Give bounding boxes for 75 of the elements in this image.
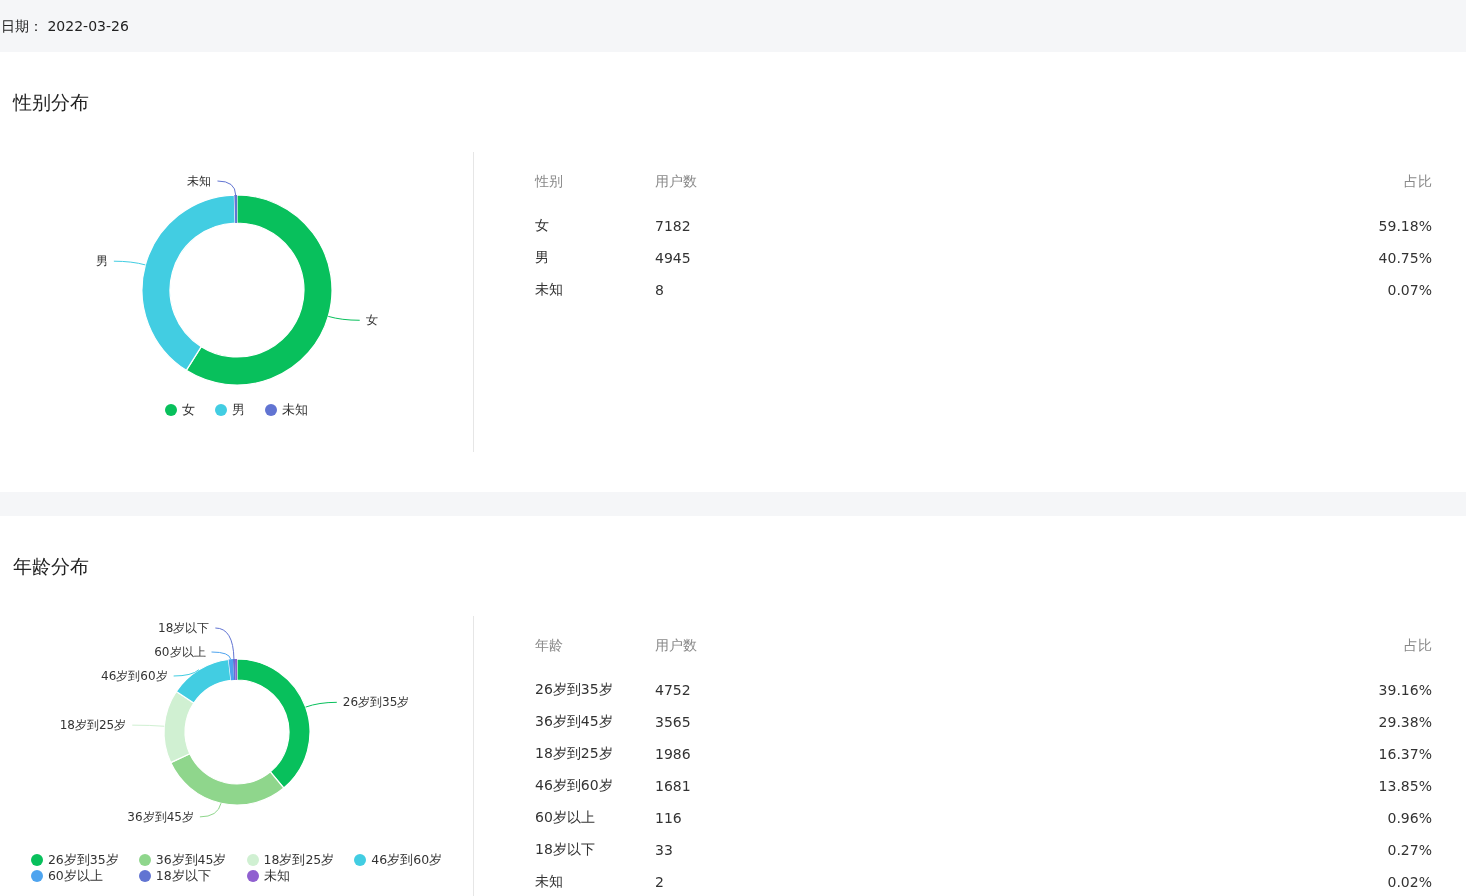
table-cell-text: 1681 (655, 778, 692, 794)
column-header: 占比 (1404, 637, 1432, 655)
table-cell-text: 18岁到25岁 (535, 745, 614, 763)
leader-line (327, 315, 361, 321)
table-cell-text: 1986 (655, 746, 692, 762)
legend-label: 女 (182, 402, 195, 418)
legend-label: 18岁以下 (155, 868, 211, 884)
table-cell-text: 男 (535, 249, 550, 267)
legend-item[interactable]: 60岁以上 (30, 868, 119, 884)
slice-label: 女 (365, 313, 378, 328)
legend-label: 36岁到45岁 (155, 852, 227, 868)
column-header: 用户数 (655, 173, 698, 191)
table-cell-text: 2 (655, 874, 665, 890)
legend-item[interactable]: 46岁到60岁 (354, 852, 443, 868)
table-cell-text: 7182 (655, 218, 692, 234)
table-cell-text: 36岁到45岁 (535, 713, 614, 731)
legend-item[interactable]: 女 (165, 402, 195, 418)
table-cell-text: 26岁到35岁 (535, 681, 614, 699)
legend-item[interactable]: 未知 (265, 402, 308, 418)
slice-label: 46岁到60岁 (101, 669, 168, 683)
table-cell: 16.37% (1378, 746, 1432, 762)
slice-label: 26岁到35岁 (342, 695, 410, 710)
table-cell: 29.38% (1378, 714, 1432, 730)
table-cell: 59.18% (1378, 218, 1432, 234)
table-cell: 0.27% (1387, 842, 1432, 858)
slice-label: 未知 (187, 174, 212, 188)
legend-label: 未知 (282, 402, 308, 418)
legend-label: 未知 (263, 868, 290, 884)
table-cell: 40.75% (1378, 250, 1432, 266)
legend-item[interactable]: 26岁到35岁 (30, 852, 119, 868)
leader-line (305, 701, 338, 708)
leader-line (173, 669, 200, 677)
leader-line (199, 802, 222, 818)
table-cell-text: 60岁以上 (535, 809, 596, 827)
table-cell-text: 4752 (655, 682, 692, 698)
table-cell: 13.85% (1378, 778, 1432, 794)
table-cell-text: 116 (655, 810, 683, 826)
table-cell-text: 18岁以下 (535, 841, 596, 859)
slice-label: 男 (95, 254, 108, 269)
table-cell-text: 未知 (535, 281, 564, 299)
legend-label: 18岁到25岁 (263, 852, 335, 868)
legend-item[interactable]: 未知 (246, 868, 335, 884)
slice-label: 18岁以下 (158, 621, 210, 635)
column-header: 占比 (1404, 173, 1432, 191)
legend-label: 26岁到35岁 (47, 852, 119, 868)
slice-label: 18岁到25岁 (59, 718, 127, 733)
legend-item[interactable]: 男 (215, 402, 245, 418)
table-cell-text: 33 (655, 842, 674, 858)
legend-label: 男 (232, 402, 245, 418)
legend-item[interactable]: 18岁到25岁 (246, 852, 335, 868)
leader-line (113, 260, 146, 266)
leader-line (131, 724, 165, 727)
slice-label: 60岁以上 (154, 645, 206, 659)
legend-item[interactable]: 36岁到45岁 (138, 852, 227, 868)
table-cell-text: 46岁到60岁 (535, 777, 614, 795)
column-header: 用户数 (655, 637, 698, 655)
table-cell-text: 女 (535, 217, 550, 235)
table-cell: 0.96% (1387, 810, 1432, 826)
column-header: 性别 (535, 173, 564, 191)
section-title: 年龄分布 (12, 554, 90, 578)
table-cell: 0.02% (1387, 874, 1432, 890)
date-text: 日期： 2022-03-26 (0, 17, 129, 36)
table-cell: 39.16% (1378, 682, 1432, 698)
leader-line (216, 180, 237, 196)
column-header: 年龄 (535, 637, 564, 655)
legend-label: 60岁以上 (47, 868, 103, 884)
section-title: 性别分布 (11, 90, 90, 114)
slice-label: 36岁到45岁 (127, 809, 194, 824)
table-cell: 0.07% (1387, 282, 1432, 298)
legend-item[interactable]: 18岁以下 (138, 868, 227, 884)
legend-label: 46岁到60岁 (371, 852, 443, 868)
table-cell-text: 3565 (655, 714, 692, 730)
table-cell-text: 4945 (655, 250, 692, 266)
table-cell-text: 8 (655, 282, 665, 298)
table-cell-text: 未知 (535, 873, 564, 891)
